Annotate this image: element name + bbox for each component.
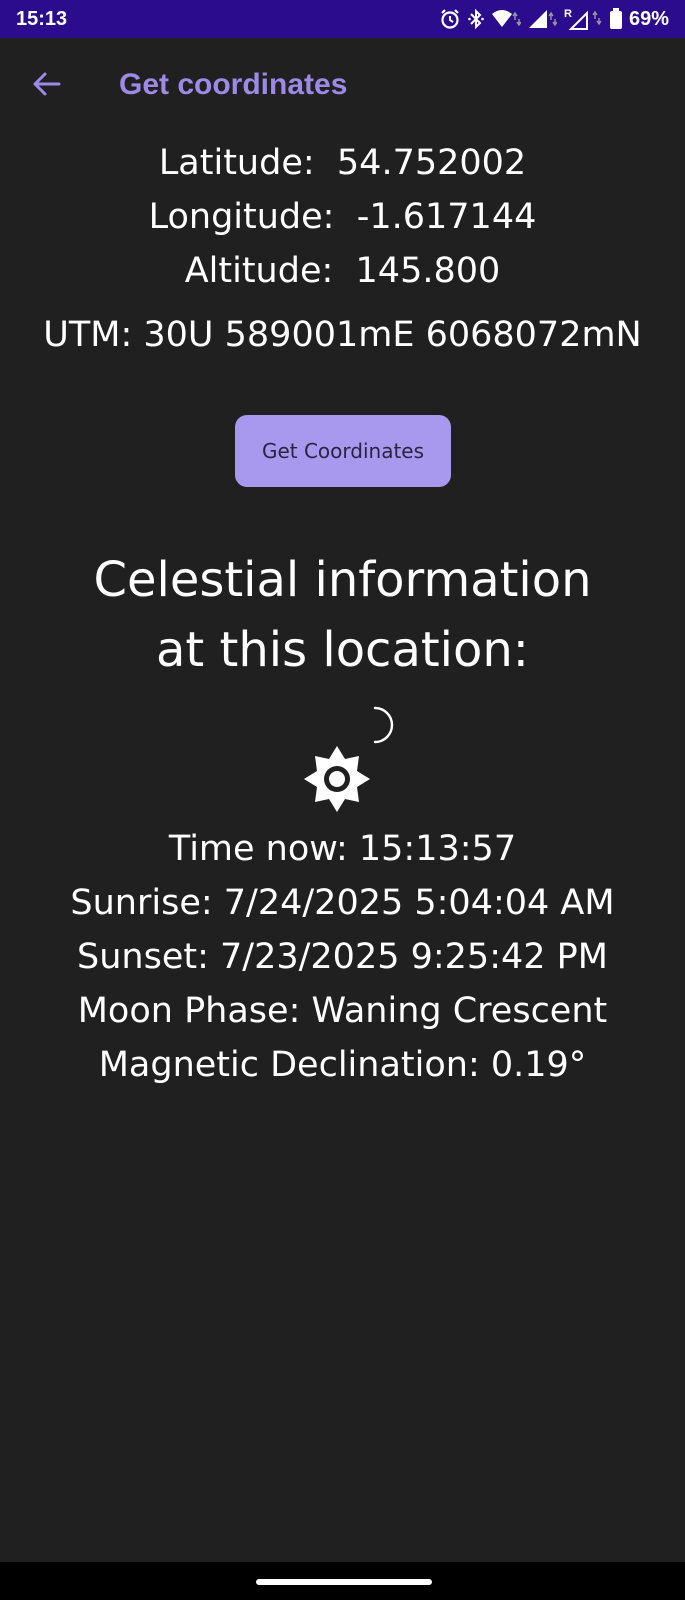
bluetooth-icon: [467, 8, 485, 30]
time-now-text: Time now: 15:13:57: [168, 829, 517, 869]
longitude-text: Longitude: -1.617144: [148, 197, 537, 237]
crescent-moon-icon: [373, 706, 394, 744]
status-time: 15:13: [16, 7, 68, 30]
page-title: Get coordinates: [119, 68, 348, 101]
navigation-bar: [0, 1562, 685, 1600]
altitude-text: Altitude: 145.800: [184, 251, 501, 291]
sunset-text: Sunset: 7/23/2025 9:25:42 PM: [77, 937, 608, 977]
utm-text: UTM: 30U 589001mE 6068072mN: [43, 315, 642, 355]
app-bar: Get coordinates: [0, 52, 685, 120]
status-bar: 15:13 R 69%: [0, 0, 685, 38]
moon-phase-text: Moon Phase: Waning Crescent: [77, 991, 608, 1031]
roaming-signal-icon: R: [563, 7, 603, 31]
roaming-label: R: [564, 8, 572, 20]
home-gesture-handle[interactable]: [256, 1579, 432, 1585]
status-icons: R 69%: [439, 7, 669, 31]
celestial-heading-line2: at this location:: [156, 622, 529, 678]
sunrise-text: Sunrise: 7/24/2025 5:04:04 AM: [70, 883, 615, 923]
battery-icon: [609, 8, 623, 30]
get-coordinates-button[interactable]: Get Coordinates: [235, 415, 451, 487]
sun-icon: [304, 746, 370, 812]
celestial-heading-line1: Celestial information: [93, 552, 592, 608]
celestial-heading: Celestial information at this location:: [0, 545, 685, 685]
coordinates-panel: Latitude: 54.752002 Longitude: -1.617144…: [0, 136, 685, 362]
celestial-info: Time now: 15:13:57 Sunrise: 7/24/2025 5:…: [0, 822, 685, 1092]
signal-icon: [527, 8, 557, 30]
battery-percent: 69%: [628, 7, 669, 30]
alarm-icon: [439, 8, 461, 30]
wifi-icon: [491, 8, 521, 30]
magnetic-declination-text: Magnetic Declination: 0.19°: [98, 1045, 587, 1085]
arrow-left-icon: [33, 72, 61, 96]
latitude-text: Latitude: 54.752002: [158, 143, 527, 183]
back-button[interactable]: [28, 66, 64, 102]
